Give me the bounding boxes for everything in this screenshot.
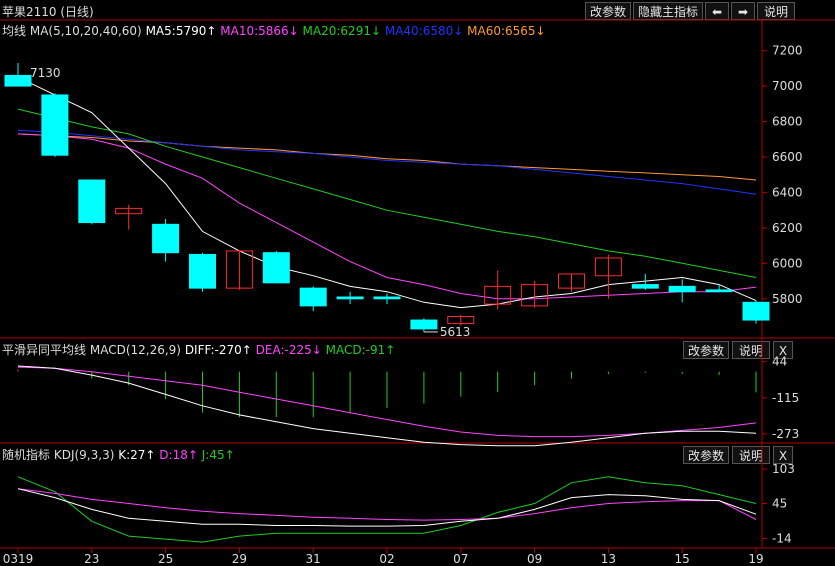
candle-body	[4, 74, 32, 87]
candle-body	[78, 179, 106, 224]
x-tick-label: 29	[232, 552, 247, 566]
x-tick-label: 25	[158, 552, 173, 566]
ma40-line	[17, 129, 757, 195]
x-tick-label: 0319	[3, 552, 34, 566]
candle-body	[189, 253, 216, 289]
ma20-line	[17, 108, 757, 278]
x-tick-label: 31	[306, 552, 321, 566]
candle-body	[631, 284, 659, 289]
price-axis-tick-label: 6800	[772, 115, 803, 129]
price-axis-tick-label: 5800	[772, 292, 803, 306]
candle-body	[336, 296, 364, 300]
candle-body	[299, 287, 327, 307]
price-axis-tick-label: 6600	[772, 150, 803, 164]
price-axis-tick-label: 6400	[772, 185, 803, 199]
price-axis-tick-label: 7200	[772, 44, 803, 58]
candle-body	[705, 289, 733, 293]
candle-body	[152, 223, 180, 254]
stock-chart[interactable]: 7200 7000 6800 6600 6400 6200 6000 5800 7130 5613…	[0, 0, 835, 566]
x-tick-label: 07	[453, 552, 468, 566]
x-tick-label: 09	[527, 552, 542, 566]
price-axis-tick-label: 6200	[772, 221, 803, 235]
k-line	[17, 488, 757, 527]
price-axis-tick-label: 7000	[772, 79, 803, 93]
low-annotation: 5613	[440, 325, 471, 339]
x-tick-label: 02	[379, 552, 394, 566]
high-annotation: 7130	[30, 66, 61, 80]
x-tick-label: 23	[84, 552, 99, 566]
macd-axis-tick-label: -273	[772, 427, 799, 441]
j-line	[17, 476, 757, 543]
macd-axis-tick-label: -115	[772, 391, 799, 405]
price-axis-tick-label: 6000	[772, 256, 803, 270]
ma60-line	[17, 133, 757, 181]
kdj-axis-tick-label: -14	[772, 532, 792, 546]
candle-body	[373, 296, 401, 300]
candle-body	[262, 252, 290, 284]
kdj-axis-tick-label: 45	[772, 497, 787, 511]
d-line	[17, 488, 757, 521]
candle-body	[41, 94, 69, 156]
candle-body	[742, 301, 770, 321]
x-tick-label: 15	[675, 552, 690, 566]
candle-body	[410, 319, 438, 330]
x-tick-label: 19	[748, 552, 763, 566]
macd-axis-tick-label: 44	[772, 355, 787, 369]
candle-body	[668, 285, 696, 293]
kdj-axis-tick-label: 103	[772, 462, 795, 476]
x-tick-label: 13	[601, 552, 616, 566]
ma5-line	[17, 76, 757, 309]
